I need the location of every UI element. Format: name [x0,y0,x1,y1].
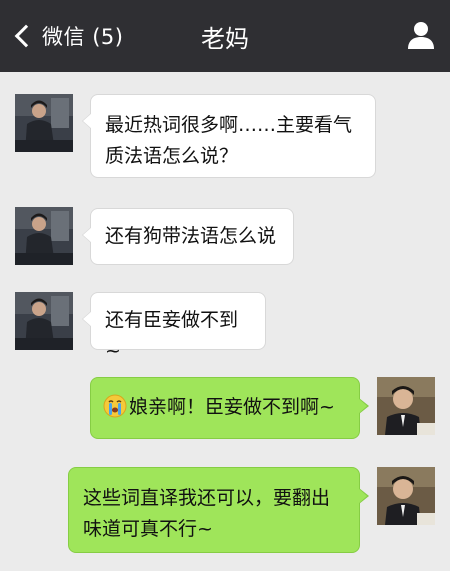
message-text: 还有狗带法语怎么说 [105,225,277,247]
contact-avatar[interactable] [15,292,73,350]
message-text: 这些词直译我还可以，要翻出味道可真不行~ [83,487,331,540]
chat-title: 老妈 [201,24,249,53]
message-text: 还有臣妾做不到~ [105,309,239,362]
contact-avatar[interactable] [15,207,73,265]
message-bubble[interactable]: 娘亲啊！臣妾做不到啊~ [90,377,369,439]
message-bubble[interactable]: 最近热词很多啊……主要看气质法语怎么说？ [82,94,376,178]
crying-face-icon [103,394,127,418]
message-text: 最近热词很多啊……主要看气质法语怎么说？ [105,114,353,167]
message-bubble[interactable]: 这些词直译我还可以，要翻出味道可真不行~ [68,467,369,553]
contact-avatar[interactable] [15,94,73,152]
message-bubble[interactable]: 还有臣妾做不到~ [82,292,266,362]
message-bubble[interactable]: 还有狗带法语怎么说 [82,208,294,265]
message-text: 娘亲啊！臣妾做不到啊~ [129,396,335,418]
my-avatar[interactable] [377,467,435,525]
chat-header: 微信 (5) 老妈 [0,0,450,72]
user-profile-icon[interactable] [406,20,436,50]
my-avatar[interactable] [377,377,435,435]
